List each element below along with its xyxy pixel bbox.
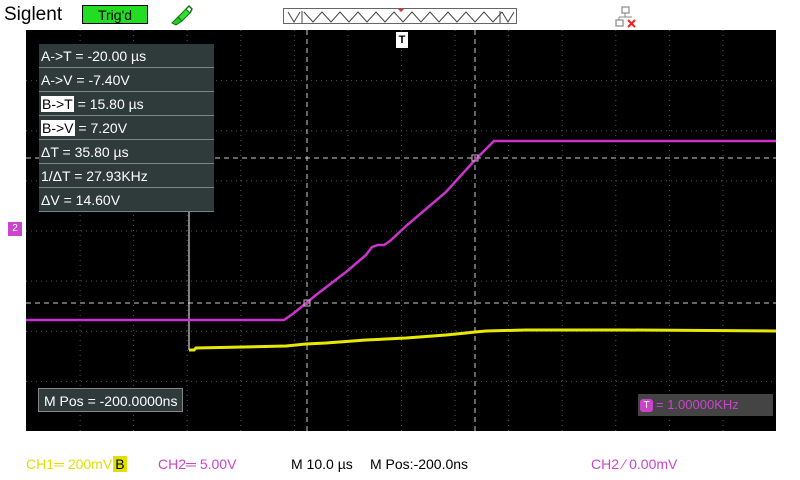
memory-overview-bar[interactable] [283, 8, 517, 24]
measure-delta-voltage: ΔV = 14.60V [39, 188, 214, 212]
probe-icon [168, 3, 194, 27]
bottom-status-bar: CH1═ 200mV B CH2═ 5.00V M 10.0 µs M Pos:-… [0, 448, 800, 480]
measure-b-time: B->T = 15.80 µs [39, 92, 214, 116]
trigger-setting[interactable]: CH2 ∕ 0.00mV [591, 456, 677, 472]
ch2-scale[interactable]: CH2═ 5.00V [158, 456, 236, 472]
waveform-display[interactable]: T A->T = -20.00 µs A->V = -7.40V B->T = … [26, 30, 776, 431]
horizontal-position[interactable]: M Pos:-200.0ns [370, 456, 468, 472]
trigger-frequency-readout: T = 1.00000KHz [638, 394, 773, 416]
brand-label: Siglent [4, 4, 63, 25]
ch2-level-marker: 2 [8, 222, 22, 236]
measure-a-voltage: A->V = -7.40V [39, 68, 214, 92]
mpos-readout: M Pos = -200.0000ns [38, 388, 184, 412]
top-status-bar: Siglent Trig'd [0, 0, 800, 30]
trigger-status-badge: Trig'd [82, 5, 148, 24]
ch1-trace [189, 328, 776, 352]
trigger-position-marker: T [396, 32, 408, 48]
network-error-icon [615, 6, 637, 28]
measure-inverse-delta-time: 1/ΔT = 27.93KHz [39, 164, 214, 188]
measure-b-voltage: B->V = 7.20V [39, 116, 214, 140]
oscilloscope-screen: Siglent Trig'd T A->T = -20.00 µs A->V =… [0, 0, 800, 480]
measure-delta-time: ΔT = 35.80 µs [39, 140, 214, 164]
ch1-scale[interactable]: CH1═ 200mV B [26, 456, 127, 472]
bandwidth-limit-flag: B [113, 456, 127, 472]
trigger-tag-icon: T [640, 399, 653, 413]
timebase-scale[interactable]: M 10.0 µs [291, 456, 353, 472]
measure-a-time: A->T = -20.00 µs [39, 44, 214, 68]
